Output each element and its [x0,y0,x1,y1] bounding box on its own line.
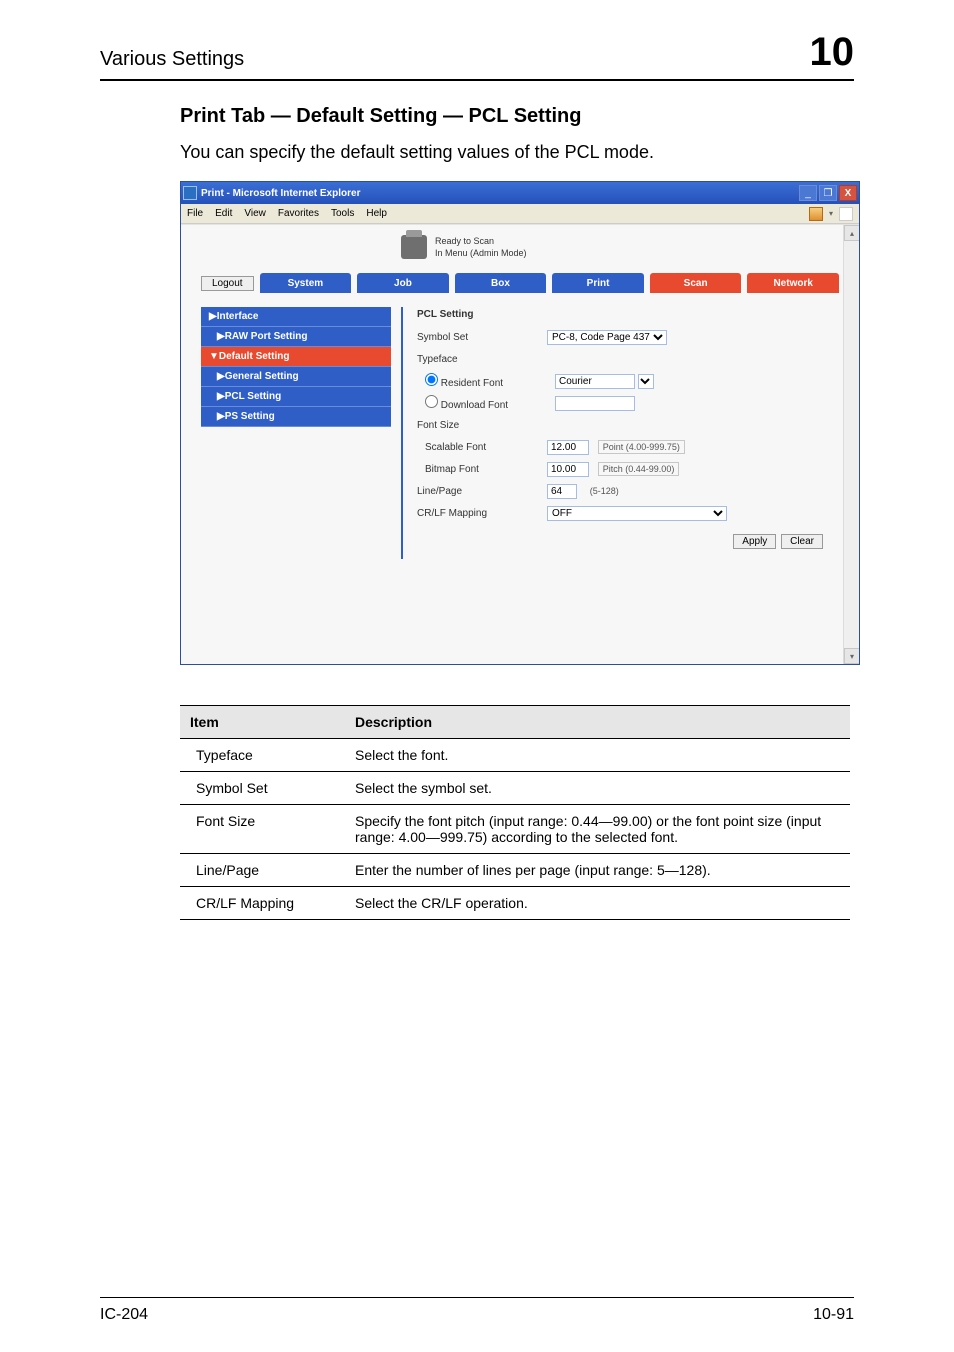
page-footer: IC-204 10-91 [100,1297,854,1324]
menu-help[interactable]: Help [366,208,387,219]
cell-item: Symbol Set [180,772,345,805]
input-line-page[interactable] [547,484,577,499]
scroll-up-icon[interactable]: ▴ [844,225,859,241]
tab-system[interactable]: System [260,273,352,293]
printer-icon [401,235,427,259]
label-resident-font: Resident Font [441,378,503,389]
cell-desc: Select the symbol set. [345,772,850,805]
hint-bitmap: Pitch (0.44-99.00) [598,462,680,476]
label-symbol-set: Symbol Set [417,332,547,343]
tab-scan[interactable]: Scan [650,273,742,293]
screenshot-window: Print - Microsoft Internet Explorer _ ❐ … [180,181,860,665]
table-row: Typeface Select the font. [180,739,850,772]
scroll-down-icon[interactable]: ▾ [844,648,859,664]
tab-network[interactable]: Network [747,273,839,293]
cell-desc: Select the font. [345,739,850,772]
logout-button[interactable]: Logout [201,276,254,291]
cell-desc: Specify the font pitch (input range: 0.4… [345,805,850,854]
device-status: Ready to Scan In Menu (Admin Mode) [181,225,859,273]
settings-form: PCL Setting Symbol Set PC-8, Code Page 4… [401,307,839,559]
footer-left: IC-204 [100,1306,148,1324]
sidebar-item-pcl[interactable]: ▶PCL Setting [201,387,391,407]
table-row: CR/LF Mapping Select the CR/LF operation… [180,887,850,920]
menu-bar: File Edit View Favorites Tools Help ▾ [181,204,859,224]
cell-desc: Select the CR/LF operation. [345,887,850,920]
maximize-button[interactable]: ❐ [819,185,837,201]
sidebar-item-raw[interactable]: ▶RAW Port Setting [201,327,391,347]
label-typeface: Typeface [417,354,547,365]
footer-right: 10-91 [813,1306,854,1324]
section-title: Print Tab — Default Setting — PCL Settin… [180,105,854,128]
sidebar-item-interface[interactable]: ▶Interface [201,307,391,327]
menu-favorites[interactable]: Favorites [278,208,319,219]
hint-scalable: Point (4.00-999.75) [598,440,685,454]
label-bitmap-font: Bitmap Font [417,464,547,475]
toolbar-dropdown-icon[interactable]: ▾ [829,209,833,218]
col-description: Description [345,706,850,739]
label-line-page: Line/Page [417,486,547,497]
col-item: Item [180,706,345,739]
minimize-button[interactable]: _ [799,185,817,201]
tab-box[interactable]: Box [455,273,547,293]
table-row: Font Size Specify the font pitch (input … [180,805,850,854]
window-title: Print - Microsoft Internet Explorer [201,188,360,199]
cell-item: Typeface [180,739,345,772]
tab-job[interactable]: Job [357,273,449,293]
header-rule [100,79,854,81]
select-resident-font[interactable] [638,374,654,389]
header-left: Various Settings [100,48,244,71]
menu-tools[interactable]: Tools [331,208,354,219]
cell-item: Font Size [180,805,345,854]
close-button[interactable]: X [839,185,857,201]
windows-flag-icon[interactable] [839,207,853,221]
ie-icon [183,186,197,200]
table-row: Line/Page Enter the number of lines per … [180,854,850,887]
input-download-font[interactable] [555,396,635,411]
input-resident-font[interactable] [555,374,635,389]
vertical-scrollbar[interactable]: ▴ ▾ [843,225,859,664]
header-chapter: 10 [810,30,855,75]
clear-button[interactable]: Clear [781,534,823,549]
select-symbol-set[interactable]: PC-8, Code Page 437 [547,330,667,345]
sidebar: ▶Interface ▶RAW Port Setting ▼Default Se… [201,307,391,559]
radio-resident-font[interactable] [425,373,438,386]
input-scalable-font[interactable] [547,440,589,455]
select-crlf[interactable]: OFF [547,506,727,521]
sidebar-item-general[interactable]: ▶General Setting [201,367,391,387]
label-crlf: CR/LF Mapping [417,508,547,519]
cell-item: CR/LF Mapping [180,887,345,920]
tab-row: Logout System Job Box Print Scan Network [181,273,859,301]
intro-text: You can specify the default setting valu… [180,142,854,163]
status-line-1: Ready to Scan [435,235,527,247]
window-titlebar: Print - Microsoft Internet Explorer _ ❐ … [181,182,859,204]
cell-desc: Enter the number of lines per page (inpu… [345,854,850,887]
input-bitmap-font[interactable] [547,462,589,477]
sidebar-item-ps[interactable]: ▶PS Setting [201,407,391,427]
sidebar-item-default[interactable]: ▼Default Setting [201,347,391,367]
label-download-font: Download Font [441,400,508,411]
description-table: Item Description Typeface Select the fon… [180,705,850,920]
menu-edit[interactable]: Edit [215,208,232,219]
browser-content: ▴ ▾ Ready to Scan In Menu (Admin Mode) L… [181,224,859,664]
page-header: Various Settings 10 [100,30,854,75]
cell-item: Line/Page [180,854,345,887]
radio-download-font[interactable] [425,395,438,408]
tab-print[interactable]: Print [552,273,644,293]
table-row: Symbol Set Select the symbol set. [180,772,850,805]
toolbar-icon[interactable] [809,207,823,221]
apply-button[interactable]: Apply [733,534,776,549]
form-heading: PCL Setting [417,307,829,326]
footer-rule [100,1297,854,1298]
menu-file[interactable]: File [187,208,203,219]
menu-view[interactable]: View [244,208,266,219]
label-font-size: Font Size [417,420,547,431]
status-line-2: In Menu (Admin Mode) [435,247,527,259]
hint-line-page: (5-128) [586,485,623,497]
label-scalable-font: Scalable Font [417,442,547,453]
